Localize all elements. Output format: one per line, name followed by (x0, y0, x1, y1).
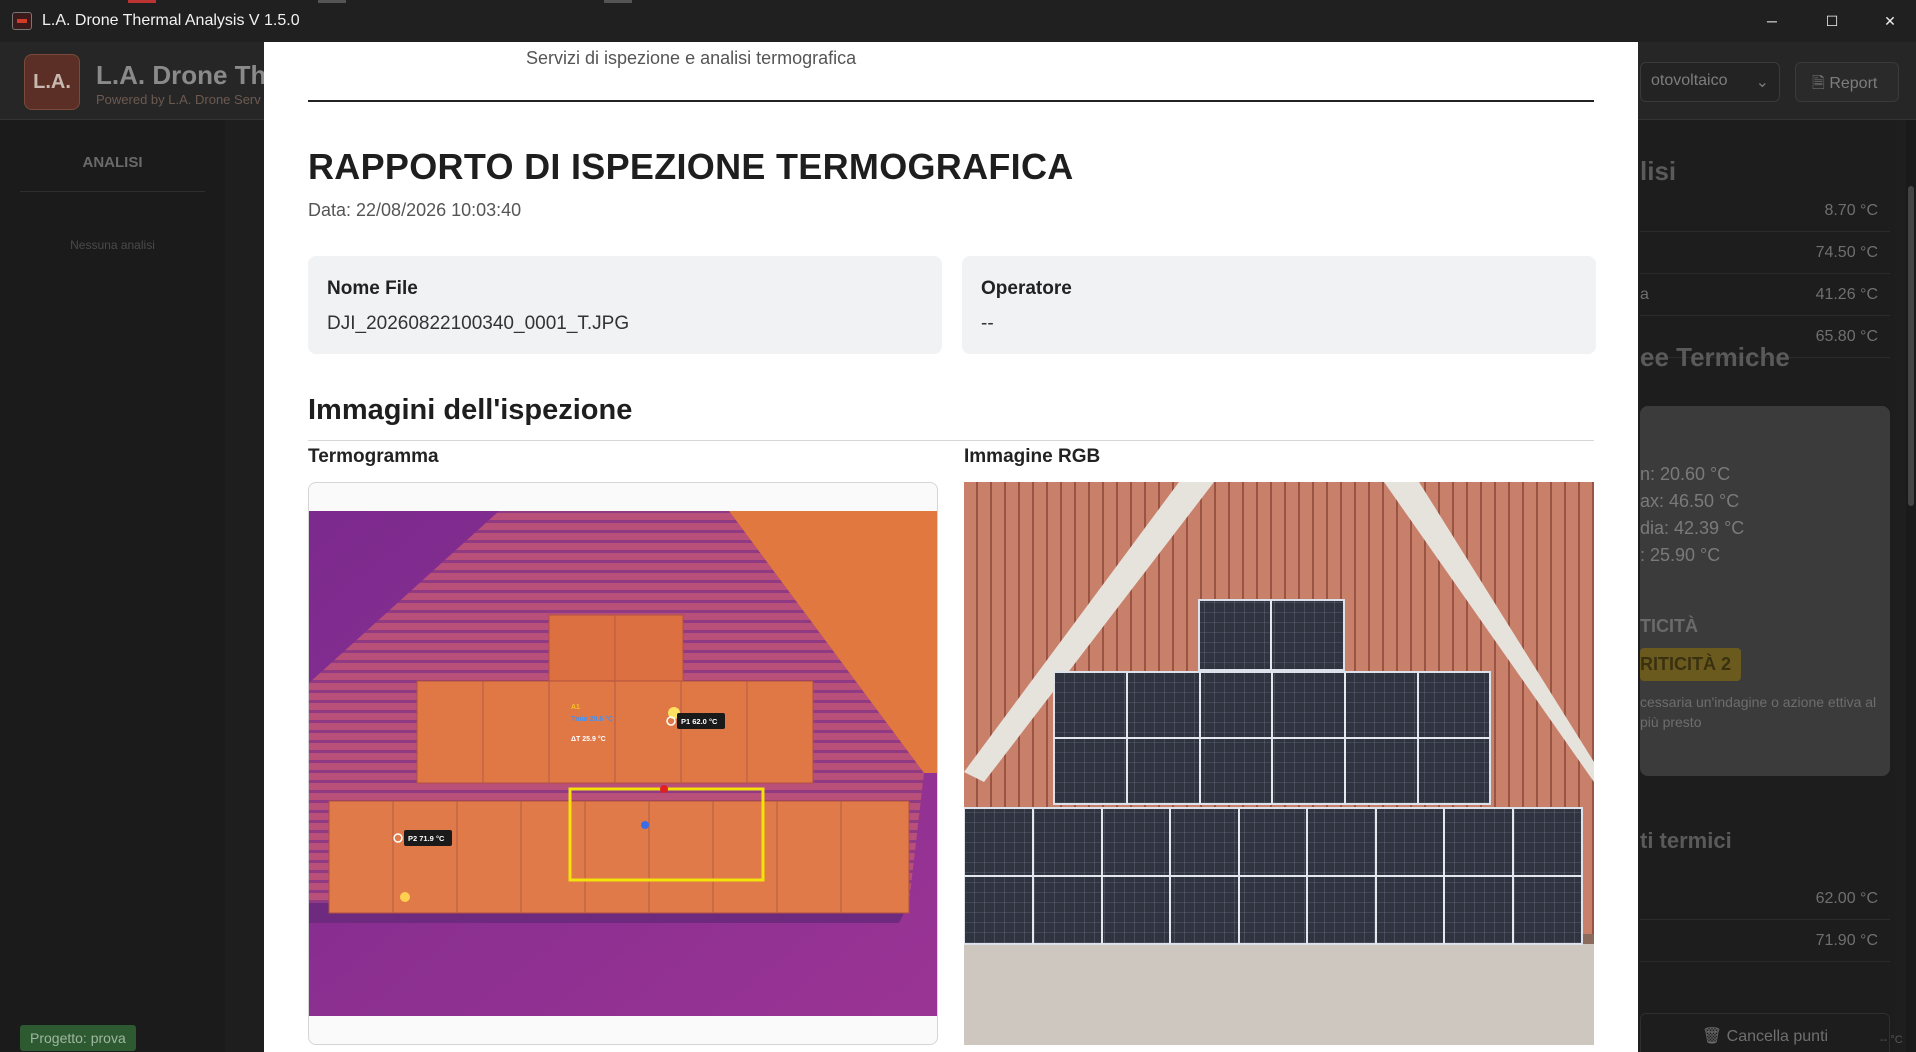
point-tag-p2-text: P2 71.9 °C (408, 834, 445, 843)
report-date: Data: 22/08/2026 10:03:40 (308, 200, 522, 220)
anomaly-max: ax: 46.50 °C (1640, 491, 1740, 511)
powered-by: Powered by L.A. Drone Serv (96, 92, 261, 107)
stat-row: a 41.26 °C (1640, 274, 1890, 316)
thermal-panels-bottom (328, 800, 910, 914)
delete-points-label: Cancella punti (1726, 1028, 1829, 1045)
rgb-label: Immagine RGB (964, 446, 1101, 467)
document-icon: 🗎 (1812, 75, 1825, 92)
chevron-down-icon: ⌄ (1755, 74, 1769, 91)
thermal-panels-top (548, 614, 684, 682)
analysis-type-value: otovoltaico (1651, 72, 1728, 89)
rgb-ground (964, 944, 1594, 1045)
stats-heading: lisi (1640, 156, 1677, 186)
anomaly-card: n: 20.60 °C ax: 46.50 °C dia: 42.39 °C :… (1640, 406, 1890, 776)
close-button[interactable]: ✕ (1860, 0, 1916, 42)
minimize-button[interactable]: ─ (1742, 0, 1802, 42)
sidebar-heading: ANALISI (20, 154, 205, 192)
criticality-badge: RITICITÀ 2 (1640, 648, 1742, 681)
app-title: L.A. Drone The (96, 60, 281, 90)
maximize-button[interactable]: ☐ (1802, 0, 1862, 42)
taskbar-indicator (318, 0, 346, 3)
stat-row: 74.50 °C (1640, 232, 1890, 274)
points-heading: ti termici (1640, 828, 1732, 853)
operator-value: -- (981, 313, 994, 334)
anomaly-mean: dia: 42.39 °C (1640, 518, 1745, 538)
anomaly-min: n: 20.60 °C (1640, 464, 1731, 484)
thermal-label: Termogramma (308, 446, 439, 467)
file-value: DJI_20260822100340_0001_T.JPG (327, 313, 630, 334)
sidebar-empty-text: Nessuna analisi (70, 238, 155, 252)
maximize-icon: ☐ (1825, 12, 1839, 29)
file-label: Nome File (327, 278, 418, 299)
criticality-note: cessaria un'indagine o azione ettiva al … (1640, 694, 1877, 730)
divider (308, 440, 1594, 441)
window-title-bar: L.A. Drone Thermal Analysis V 1.5.0 ─ ☐ … (0, 0, 1916, 42)
report-button[interactable]: 🗎 Report (1795, 62, 1899, 102)
scrollbar-thumb[interactable] (1908, 186, 1914, 506)
minimize-icon: ─ (1767, 13, 1777, 29)
anomalies-heading: ee Termiche (1640, 342, 1790, 372)
corner-readout: -- °C (1880, 1034, 1903, 1046)
operator-card: Operatore -- (962, 256, 1596, 354)
stat-row: 8.70 °C (1640, 190, 1890, 232)
sidebar: ANALISI Nessuna analisi Progetto: prova (0, 120, 225, 1052)
rgb-image-frame (964, 482, 1594, 1045)
point-tag-p1-text: P1 62.0 °C (681, 717, 718, 726)
divider (308, 100, 1594, 102)
roi-max-marker (660, 785, 668, 793)
window-title: L.A. Drone Thermal Analysis V 1.5.0 (42, 12, 300, 29)
area-label: A1 (571, 704, 580, 711)
report-subtitle: Servizi di ispezione e analisi termograf… (526, 48, 857, 68)
file-card: Nome File DJI_20260822100340_0001_T.JPG (308, 256, 942, 354)
area-min-label: Tmin 20.6 °C (571, 715, 613, 723)
anomaly-delta: : 25.90 °C (1640, 545, 1721, 565)
project-badge[interactable]: Progetto: prova (20, 1025, 136, 1051)
area-delta-label: ΔT 25.9 °C (571, 735, 606, 743)
thermal-image: A1 Tmin 20.6 °C ΔT 25.9 °C P1 62.0 °C P2… (309, 511, 937, 1016)
app-icon (12, 12, 32, 30)
point-row: 62.00 °C (1640, 878, 1890, 920)
report-button-label: Report (1829, 75, 1878, 92)
thermal-image-frame: A1 Tmin 20.6 °C ΔT 25.9 °C P1 62.0 °C P2… (308, 482, 938, 1045)
taskbar-indicator (604, 0, 632, 3)
report-modal: Servizi di ispezione e analisi termograf… (264, 42, 1638, 1052)
analysis-type-select[interactable]: otovoltaico ⌄ (1640, 62, 1780, 102)
images-heading: Immagini dell'ispezione (308, 394, 633, 426)
operator-label: Operatore (981, 278, 1072, 299)
point-row: 71.90 °C (1640, 920, 1890, 962)
hotspot-p2 (400, 892, 410, 902)
roi-min-marker (641, 821, 649, 829)
app-logo: L.A. (24, 54, 80, 110)
taskbar-indicator (128, 0, 156, 3)
close-icon: ✕ (1884, 12, 1896, 29)
right-scrollbar[interactable] (1906, 120, 1916, 1052)
delete-points-button[interactable]: 🗑 Cancella punti (1640, 1013, 1890, 1052)
rgb-image (964, 482, 1594, 1045)
right-panel: lisi 8.70 °C 74.50 °C a 41.26 °C 65.80 °C… (1640, 120, 1895, 1052)
trash-icon: 🗑 (1701, 1028, 1723, 1045)
criticality-label: TICITÀ (1640, 616, 1698, 636)
report-title: RAPPORTO DI ISPEZIONE TERMOGRAFICA (308, 146, 1074, 187)
